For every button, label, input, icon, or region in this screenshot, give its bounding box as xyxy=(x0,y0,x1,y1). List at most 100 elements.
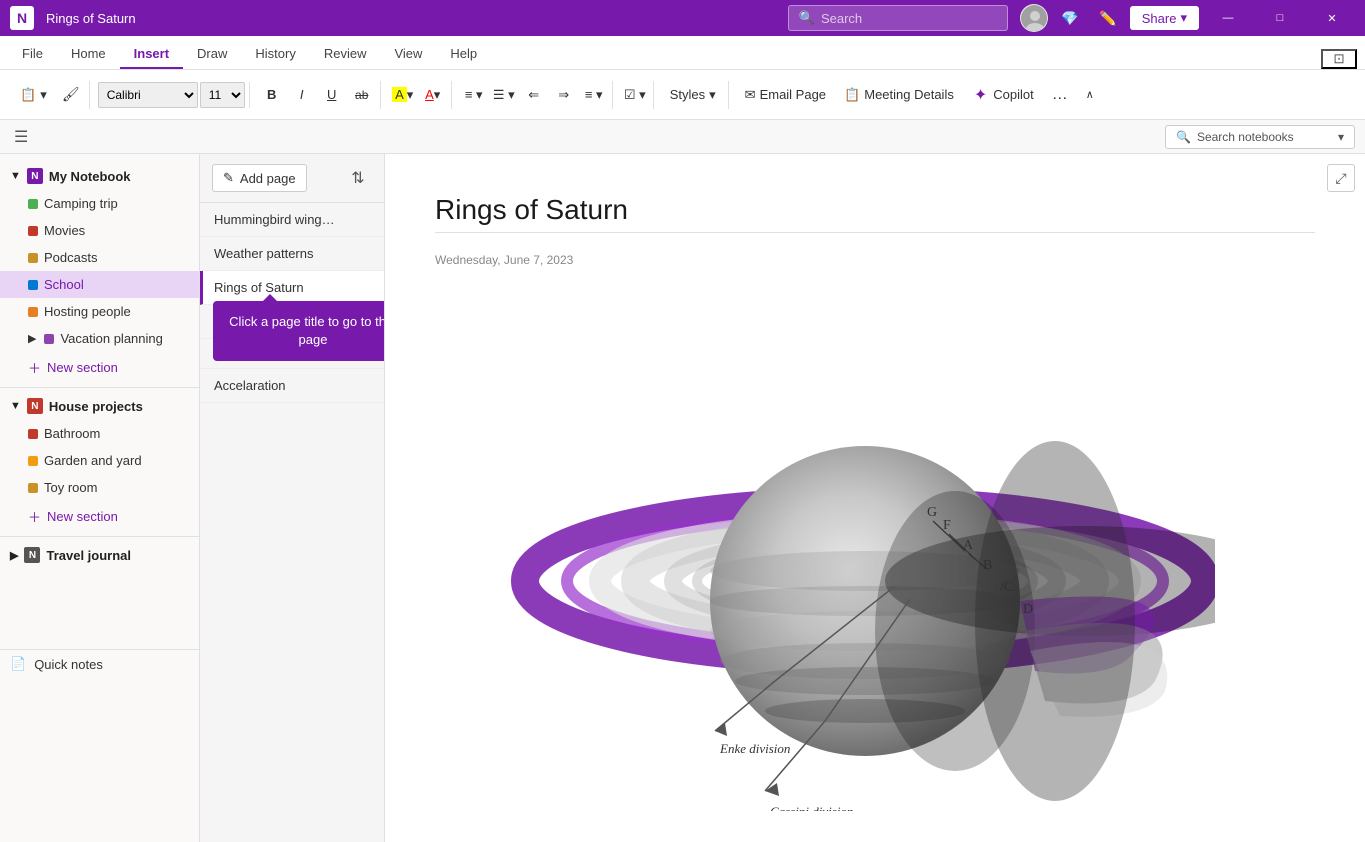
section-school[interactable]: School xyxy=(0,271,199,298)
section-vacation-planning[interactable]: ▶ Vacation planning xyxy=(0,325,199,352)
sidebar-divider-1 xyxy=(0,387,199,388)
search-notebooks-chevron-icon: ▾ xyxy=(1338,130,1344,144)
page-title: Rings of Saturn xyxy=(435,194,1315,226)
sort-pages-button[interactable]: ⇅ xyxy=(344,164,372,192)
my-notebook-sections: Camping trip Movies Podcasts School Host… xyxy=(0,190,199,383)
underline-button[interactable]: U xyxy=(318,81,346,109)
paste-group: 📋 ▾ 🖌 xyxy=(8,81,90,109)
page-rings-label: Rings of Saturn xyxy=(214,280,304,295)
italic-button[interactable]: I xyxy=(288,81,316,109)
email-icon: ✉ xyxy=(745,87,756,103)
page-rings-of-saturn[interactable]: Rings of Saturn Click a page title to go… xyxy=(200,271,384,305)
highlight-button[interactable]: A ▾ xyxy=(389,81,417,109)
new-section-my-notebook[interactable]: ＋ New section xyxy=(0,352,199,383)
podcasts-label: Podcasts xyxy=(44,250,97,265)
tab-history[interactable]: History xyxy=(241,40,309,69)
title-bar: N Rings of Saturn 🔍 💎 ✏️ Share ▾ — □ ✕ xyxy=(0,0,1365,36)
svg-text:Cassini division: Cassini division xyxy=(770,804,853,811)
font-color-button[interactable]: A ▾ xyxy=(419,81,447,109)
font-color-icon: A xyxy=(425,87,434,102)
pen-icon-btn[interactable]: ✏️ xyxy=(1092,4,1124,32)
meeting-icon: 📋 xyxy=(844,87,860,103)
section-movies[interactable]: Movies xyxy=(0,217,199,244)
page-accelaration[interactable]: Accelaration xyxy=(200,369,384,403)
section-garden[interactable]: Garden and yard xyxy=(0,447,199,474)
title-search-bar[interactable]: 🔍 xyxy=(788,5,1008,31)
copilot-icon: ✦ xyxy=(974,85,987,105)
collapse-ribbon-button[interactable]: ∧ xyxy=(1076,81,1104,109)
new-section-house[interactable]: ＋ New section xyxy=(0,501,199,532)
styles-button[interactable]: Styles ▾ xyxy=(662,81,724,109)
more-button[interactable]: … xyxy=(1046,81,1074,109)
tab-draw[interactable]: Draw xyxy=(183,40,241,69)
tab-file[interactable]: File xyxy=(8,40,57,69)
section-bathroom[interactable]: Bathroom xyxy=(0,420,199,447)
main-area: ▼ N My Notebook Camping trip Movies Podc… xyxy=(0,154,1365,842)
sidebar-divider-2 xyxy=(0,536,199,537)
vacation-dot xyxy=(44,334,54,344)
email-label: Email Page xyxy=(760,87,826,102)
maximize-button[interactable]: □ xyxy=(1257,4,1303,32)
text-format-group: B I U ab xyxy=(254,81,381,109)
paste-button[interactable]: 📋 ▾ xyxy=(12,81,55,109)
numbering-button[interactable]: ☰ ▾ xyxy=(490,81,518,109)
svg-text:A: A xyxy=(963,538,974,553)
font-family-select[interactable]: Calibri xyxy=(98,82,198,108)
tab-review[interactable]: Review xyxy=(310,40,381,69)
section-podcasts[interactable]: Podcasts xyxy=(0,244,199,271)
close-button[interactable]: ✕ xyxy=(1309,4,1355,32)
search-notebooks[interactable]: 🔍 Search notebooks ▾ xyxy=(1165,125,1355,149)
page-hummingbird[interactable]: Hummingbird wing… xyxy=(200,203,384,237)
my-notebook-label: My Notebook xyxy=(49,169,131,184)
add-page-label: Add page xyxy=(240,171,296,186)
add-page-icon: ✎ xyxy=(223,170,234,186)
content-area[interactable]: ⤢ Rings of Saturn Wednesday, June 7, 202… xyxy=(385,154,1365,842)
house-projects-label: House projects xyxy=(49,399,143,414)
tab-home[interactable]: Home xyxy=(57,40,120,69)
minimize-button[interactable]: — xyxy=(1205,4,1251,32)
my-notebook-icon: N xyxy=(27,168,43,184)
notebook-my-notebook[interactable]: ▼ N My Notebook xyxy=(0,162,199,190)
avatar[interactable] xyxy=(1020,4,1048,32)
font-size-select[interactable]: 11 xyxy=(200,82,245,108)
notebook-house-projects[interactable]: ▼ N House projects xyxy=(0,392,199,420)
notebook-travel-journal[interactable]: ▶ N Travel journal xyxy=(0,541,199,569)
hosting-dot xyxy=(28,307,38,317)
search-icon: 🔍 xyxy=(799,10,815,26)
strikethrough-button[interactable]: ab xyxy=(348,81,376,109)
section-toy-room[interactable]: Toy room xyxy=(0,474,199,501)
bathroom-label: Bathroom xyxy=(44,426,100,441)
share-button[interactable]: Share ▾ xyxy=(1130,6,1199,30)
task-tag-button[interactable]: ☑ ▾ xyxy=(621,81,649,109)
quick-notes[interactable]: 📄 Quick notes xyxy=(0,649,200,678)
movies-dot xyxy=(28,226,38,236)
copilot-button[interactable]: ✦ Copilot xyxy=(964,81,1044,109)
notebook-view-btn[interactable]: ⊡ xyxy=(1321,49,1357,69)
house-projects-sections: Bathroom Garden and yard Toy room ＋ New … xyxy=(0,420,199,532)
meeting-details-button[interactable]: 📋 Meeting Details xyxy=(836,81,962,109)
tab-help[interactable]: Help xyxy=(436,40,491,69)
bathroom-dot xyxy=(28,429,38,439)
section-hosting-people[interactable]: Hosting people xyxy=(0,298,199,325)
align-button[interactable]: ≡ ▾ xyxy=(580,81,608,109)
bullets-button[interactable]: ≡ ▾ xyxy=(460,81,488,109)
paste-icon: 📋 xyxy=(20,87,36,103)
search-notebooks-text: Search notebooks xyxy=(1197,130,1294,144)
vacation-label: Vacation planning xyxy=(60,331,162,346)
increase-indent-button[interactable]: ⇒ xyxy=(550,81,578,109)
sub-toolbar: ☰ 🔍 Search notebooks ▾ xyxy=(0,120,1365,154)
decrease-indent-button[interactable]: ⇐ xyxy=(520,81,548,109)
diamond-icon-btn[interactable]: 💎 xyxy=(1054,4,1086,32)
hamburger-menu[interactable]: ☰ xyxy=(10,123,32,151)
title-search-input[interactable] xyxy=(821,11,997,26)
email-page-button[interactable]: ✉ Email Page xyxy=(737,81,834,109)
page-weather[interactable]: Weather patterns xyxy=(200,237,384,271)
bold-button[interactable]: B xyxy=(258,81,286,109)
add-page-button[interactable]: ✎ Add page xyxy=(212,164,307,192)
new-section-house-plus-icon: ＋ xyxy=(28,507,41,526)
tab-view[interactable]: View xyxy=(380,40,436,69)
tab-insert[interactable]: Insert xyxy=(120,40,183,69)
format-painter-button[interactable]: 🖌 xyxy=(57,81,85,109)
section-camping-trip[interactable]: Camping trip xyxy=(0,190,199,217)
expand-button[interactable]: ⤢ xyxy=(1327,164,1355,192)
